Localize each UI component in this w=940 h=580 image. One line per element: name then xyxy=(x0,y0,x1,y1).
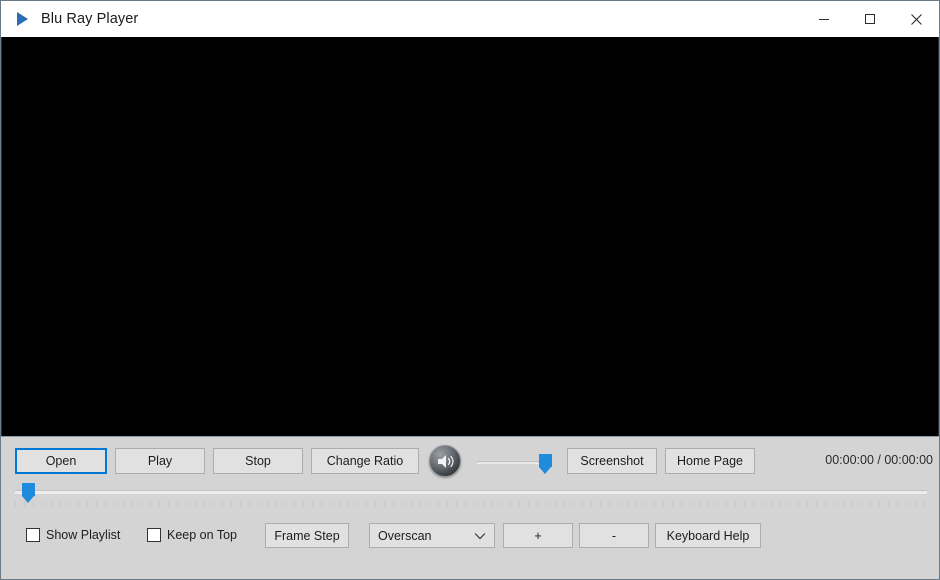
minimize-button[interactable] xyxy=(801,1,847,37)
show-playlist-checkbox[interactable]: Show Playlist xyxy=(26,522,120,548)
keyboard-help-button[interactable]: Keyboard Help xyxy=(655,523,761,548)
playback-controls-row: Open Play Stop Change Ratio Screenshot H… xyxy=(1,445,940,477)
window-title: Blu Ray Player xyxy=(41,11,139,27)
play-triangle-icon xyxy=(9,1,35,37)
minimize-icon xyxy=(819,19,829,20)
maximize-icon xyxy=(865,14,875,24)
seek-slider-thumb[interactable] xyxy=(22,483,35,503)
control-panel: Open Play Stop Change Ratio Screenshot H… xyxy=(1,436,939,579)
screenshot-button[interactable]: Screenshot xyxy=(567,448,657,474)
title-bar[interactable]: Blu Ray Player xyxy=(1,1,939,37)
maximize-button[interactable] xyxy=(847,1,893,37)
time-display: 00:00:00 / 00:00:00 xyxy=(825,453,933,467)
app-window: Blu Ray Player Open Play Stop Change Rat… xyxy=(0,0,940,580)
seek-slider[interactable] xyxy=(15,483,927,509)
frame-step-button[interactable]: Frame Step xyxy=(265,523,349,548)
window-controls xyxy=(801,1,939,37)
close-button[interactable] xyxy=(893,1,939,37)
chevron-down-icon xyxy=(474,532,486,540)
play-button[interactable]: Play xyxy=(115,448,205,474)
video-display-area[interactable] xyxy=(1,37,939,436)
open-button[interactable]: Open xyxy=(15,448,107,474)
keep-on-top-checkbox[interactable]: Keep on Top xyxy=(147,522,237,548)
overscan-selected-value: Overscan xyxy=(378,528,432,543)
speaker-icon[interactable] xyxy=(429,445,461,477)
volume-slider-thumb[interactable] xyxy=(539,454,552,474)
stop-button[interactable]: Stop xyxy=(213,448,303,474)
keep-on-top-label: Keep on Top xyxy=(167,528,237,542)
volume-slider[interactable] xyxy=(477,454,565,474)
seek-slider-track xyxy=(15,490,927,494)
change-ratio-button[interactable]: Change Ratio xyxy=(311,448,419,474)
close-icon xyxy=(910,13,922,25)
checkbox-box[interactable] xyxy=(26,528,40,542)
seek-slider-ticks xyxy=(15,501,927,507)
options-controls-row: Show Playlist Keep on Top Frame Step Ove… xyxy=(1,522,940,552)
increase-button[interactable]: + xyxy=(503,523,573,548)
decrease-button[interactable]: - xyxy=(579,523,649,548)
checkbox-box[interactable] xyxy=(147,528,161,542)
home-page-button[interactable]: Home Page xyxy=(665,448,755,474)
overscan-dropdown[interactable]: Overscan xyxy=(369,523,495,548)
show-playlist-label: Show Playlist xyxy=(46,528,121,542)
